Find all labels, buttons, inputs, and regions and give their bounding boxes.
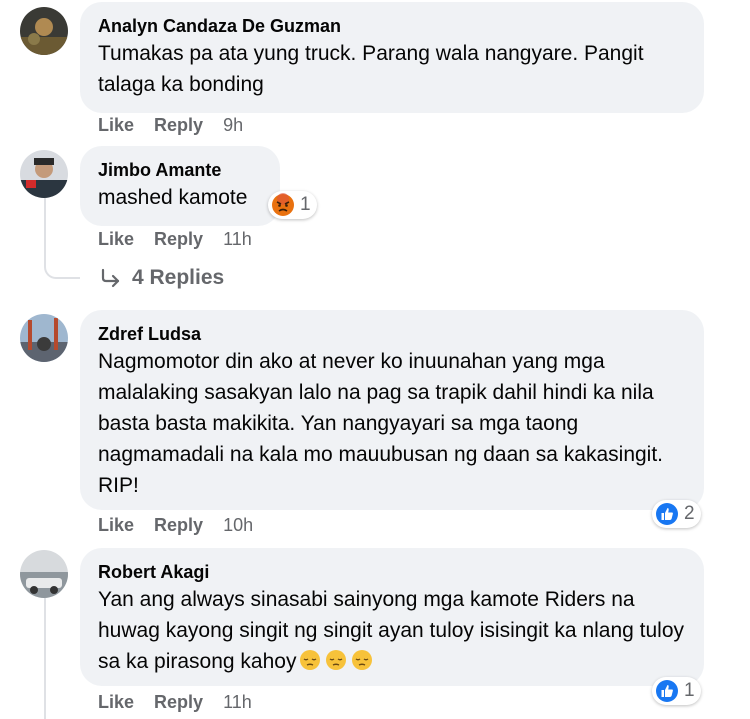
comment-timestamp[interactable]: 10h <box>223 515 253 536</box>
view-replies-button[interactable]: 4 Replies <box>100 266 224 290</box>
comment-author[interactable]: Analyn Candaza De Guzman <box>98 14 686 38</box>
pensive-face-icon <box>326 650 347 670</box>
comment-actions: Like Reply 11h <box>98 229 252 250</box>
reaction-badge[interactable]: 1 <box>268 191 317 219</box>
comment-author[interactable]: Jimbo Amante <box>98 158 262 182</box>
comment-author[interactable]: Zdref Ludsa <box>98 322 686 346</box>
comment-timestamp[interactable]: 11h <box>223 692 252 713</box>
reaction-count: 1 <box>300 194 311 215</box>
like-button[interactable]: Like <box>98 115 134 136</box>
comment-timestamp[interactable]: 11h <box>223 229 252 250</box>
reply-button[interactable]: Reply <box>154 115 203 136</box>
pensive-face-icon <box>300 650 321 670</box>
view-replies-label: 4 Replies <box>132 266 225 289</box>
reaction-badge[interactable]: 2 <box>652 500 701 528</box>
avatar-analyn[interactable] <box>20 7 68 55</box>
reaction-count: 2 <box>684 503 695 524</box>
avatar-zdref[interactable] <box>20 314 68 362</box>
avatar-jimbo[interactable] <box>20 150 68 198</box>
pensive-face-icon <box>352 650 373 670</box>
angry-reaction-icon <box>272 193 294 216</box>
comment-actions: Like Reply 9h <box>98 115 243 136</box>
comment-text: mashed kamote <box>98 186 248 209</box>
comment-text: Tumakas pa ata yung truck. Parang wala n… <box>98 42 644 96</box>
comment-bubble: Robert Akagi Yan ang always sinasabi sai… <box>80 548 704 686</box>
reply-button[interactable]: Reply <box>154 229 203 250</box>
like-button[interactable]: Like <box>98 515 134 536</box>
reaction-count: 1 <box>684 680 695 701</box>
reaction-badge[interactable]: 1 <box>652 677 701 705</box>
emoji-group <box>299 649 377 671</box>
avatar-robert[interactable] <box>20 550 68 598</box>
comment-bubble: Analyn Candaza De Guzman Tumakas pa ata … <box>80 2 704 113</box>
comment-author[interactable]: Robert Akagi <box>98 560 686 584</box>
thread-connector <box>44 255 80 279</box>
reply-button[interactable]: Reply <box>154 692 203 713</box>
like-reaction-icon <box>656 503 678 525</box>
like-reaction-icon <box>656 680 678 702</box>
comment-actions: Like Reply 11h <box>98 692 252 713</box>
reply-button[interactable]: Reply <box>154 515 203 536</box>
comment-bubble: Zdref Ludsa Nagmomotor din ako at never … <box>80 310 704 510</box>
reply-arrow-icon <box>101 268 120 288</box>
comment-text: Nagmomotor din ako at never ko inuunahan… <box>98 350 664 497</box>
comment-bubble: Jimbo Amante mashed kamote <box>80 146 280 226</box>
comment-text: Yan ang always sinasabi sainyong mga kam… <box>98 584 686 677</box>
like-button[interactable]: Like <box>98 692 134 713</box>
thread-line <box>44 198 46 260</box>
thread-line <box>44 598 46 719</box>
like-button[interactable]: Like <box>98 229 134 250</box>
comment-text-body: Yan ang always sinasabi sainyong mga kam… <box>98 588 685 673</box>
comment-actions: Like Reply 10h <box>98 515 253 536</box>
comment-timestamp[interactable]: 9h <box>223 115 243 136</box>
